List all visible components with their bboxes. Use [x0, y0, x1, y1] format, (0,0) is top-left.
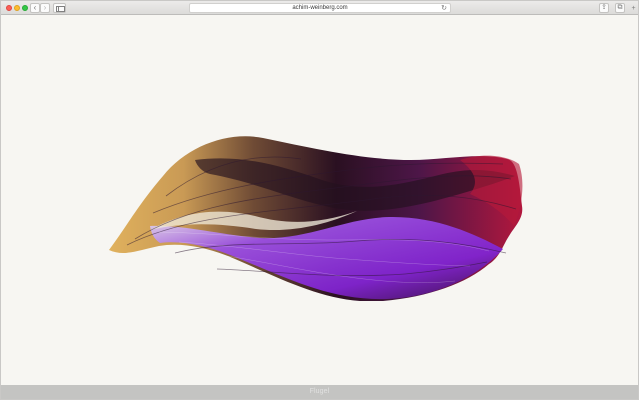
address-bar[interactable]: achim-weinberg.com ↻: [189, 3, 451, 13]
minimize-window-button[interactable]: [14, 5, 20, 11]
browser-window: ‹ › achim-weinberg.com ↻ ⇪ ⧉ + Flugel: [0, 0, 639, 400]
show-tabs-button[interactable]: ⧉: [615, 3, 625, 13]
sidebar-button[interactable]: [53, 3, 66, 13]
page-footer: Flugel: [1, 385, 638, 399]
tabs-icon: ⧉: [617, 4, 623, 11]
reload-icon: ↻: [441, 5, 447, 12]
browser-toolbar: ‹ › achim-weinberg.com ↻ ⇪ ⧉ +: [1, 1, 638, 15]
petal-artwork: [109, 136, 523, 301]
forward-button[interactable]: ›: [40, 3, 50, 13]
chevron-left-icon: ‹: [33, 3, 37, 12]
close-window-button[interactable]: [6, 5, 12, 11]
share-icon: ⇪: [601, 4, 607, 11]
address-text: achim-weinberg.com: [292, 5, 348, 11]
share-button[interactable]: ⇪: [599, 3, 609, 13]
back-button[interactable]: ‹: [30, 3, 40, 13]
page-content: [1, 16, 638, 385]
new-tab-button[interactable]: +: [630, 5, 637, 13]
zoom-window-button[interactable]: [22, 5, 28, 11]
reload-button[interactable]: ↻: [441, 4, 447, 13]
footer-title: Flugel: [309, 388, 330, 395]
chevron-right-icon: ›: [43, 3, 47, 12]
plus-icon: +: [631, 5, 636, 12]
